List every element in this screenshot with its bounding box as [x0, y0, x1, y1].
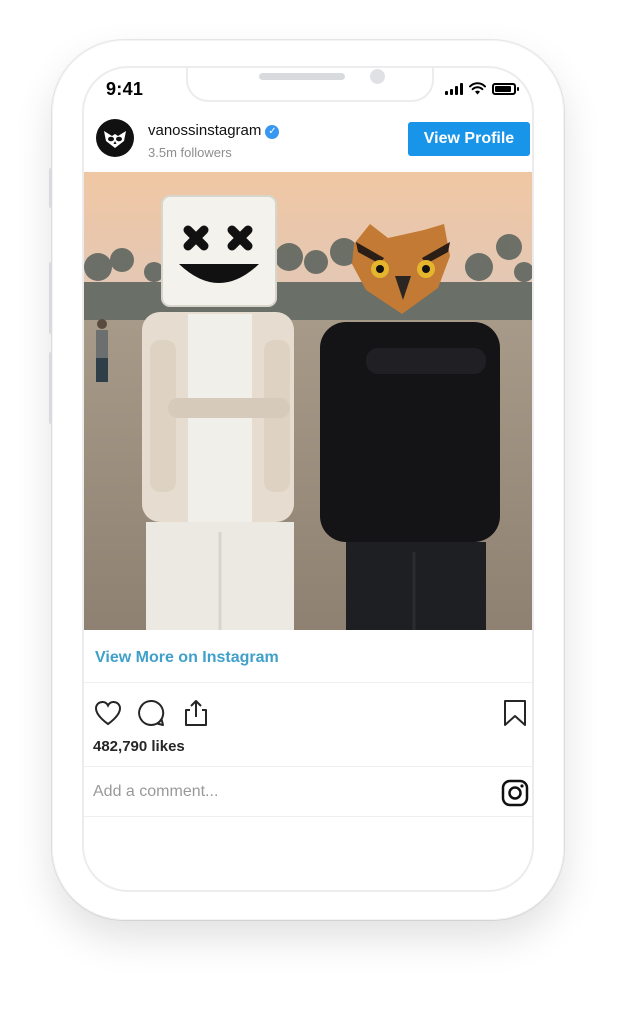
avatar[interactable] — [96, 119, 134, 157]
follower-count: 3.5m followers — [148, 145, 232, 160]
like-count: 482,790 likes — [93, 738, 185, 755]
battery-icon — [492, 82, 519, 95]
bookmark-icon[interactable] — [500, 698, 530, 728]
signal-icon — [445, 82, 463, 95]
comment-input[interactable] — [93, 779, 453, 805]
share-icon[interactable] — [181, 698, 211, 728]
front-camera — [370, 69, 385, 84]
view-profile-button[interactable]: View Profile — [408, 122, 530, 156]
comment-icon[interactable] — [136, 698, 166, 728]
divider — [84, 682, 532, 683]
instagram-icon[interactable] — [501, 779, 529, 807]
notch — [186, 68, 434, 102]
verified-icon: ✓ — [265, 125, 280, 139]
owl-logo-icon — [104, 131, 126, 148]
speaker — [259, 73, 345, 80]
status-icons — [445, 82, 519, 95]
heart-icon[interactable] — [93, 698, 123, 728]
view-more-link[interactable]: View More on Instagram — [95, 649, 279, 667]
wifi-icon — [469, 82, 486, 95]
post-header: vanossinstagram ✓ 3.5m followers View Pro… — [84, 114, 532, 170]
divider — [84, 816, 532, 817]
divider — [84, 766, 532, 767]
phone-screen: 9:41 vanossinstagram ✓ 3.5m followers Vie… — [82, 66, 534, 892]
username[interactable]: vanossinstagram ✓ — [148, 122, 280, 139]
post-photo[interactable] — [84, 172, 532, 630]
status-time: 9:41 — [106, 79, 144, 99]
